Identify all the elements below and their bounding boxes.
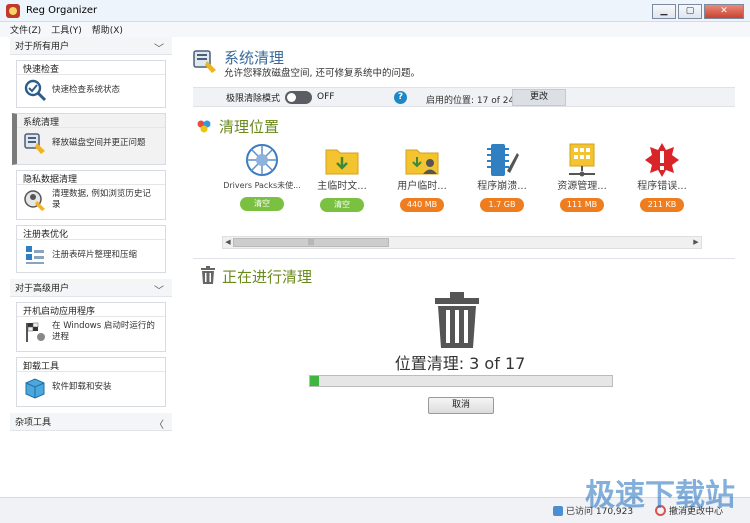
privacy-icon <box>23 188 47 212</box>
error-burst-icon <box>643 141 681 179</box>
sidebar-item-desc: 在 Windows 启动时运行的进程 <box>52 321 155 342</box>
window-controls: ▁ ▢ ✕ <box>650 4 744 19</box>
page-subtitle: 允许您释放磁盘空间, 还可修复系统中的问题。 <box>224 68 421 79</box>
registry-icon <box>23 243 47 267</box>
sidebar-item-desc: 注册表碎片整理和压缩 <box>52 249 138 260</box>
location-name: Drivers Packs未使... <box>223 181 301 190</box>
scrollbar-thumb[interactable]: ||| <box>233 238 389 247</box>
sidebar: 对于所有用户 ﹀ 快速检查 快速检查系统状态 系统清理 释放磁盘空间并更正问题 … <box>10 37 172 497</box>
watermark-logo: 极速下载站 <box>585 478 735 513</box>
sidebar-item-uninstaller[interactable]: 卸载工具 软件卸载和安装 <box>16 357 166 407</box>
enabled-locations-count: 启用的位置: 17 of 24 <box>426 96 515 106</box>
location-item[interactable]: 主临时文... 清空 <box>302 141 382 212</box>
explorer-network-icon <box>563 141 601 179</box>
crash-dump-icon <box>483 141 521 179</box>
title-bar: Reg Organizer ▁ ▢ ✕ <box>0 0 750 22</box>
location-name: 用户临时... <box>397 181 447 192</box>
section-advanced-users-label: 对于高级用户 <box>15 284 70 294</box>
menu-file[interactable]: 文件(Z) <box>10 23 41 36</box>
sidebar-item-system-cleanup[interactable]: 系统清理 释放磁盘空间并更正问题 <box>12 113 166 165</box>
menu-bar: 文件(Z) 工具(Y) 帮助(X) <box>0 22 750 37</box>
system-cleanup-icon <box>193 49 217 73</box>
sidebar-item-desc: 软件卸载和安装 <box>52 381 112 392</box>
cleanup-progress-bar <box>309 375 613 387</box>
menu-tools[interactable]: 工具(Y) <box>51 23 82 36</box>
window-title: Reg Organizer <box>26 5 98 16</box>
location-item[interactable]: 程序崩溃... 1.7 GB <box>462 141 542 212</box>
magnifier-check-icon <box>23 78 47 102</box>
sidebar-item-startup[interactable]: 开机启动应用程序 在 Windows 启动时运行的进程 <box>16 302 166 352</box>
progress-status-text: 位置清理: 3 of 17 <box>394 354 526 373</box>
section-misc-label: 杂项工具 <box>15 418 52 428</box>
section-advanced-users[interactable]: 对于高级用户 ﹀ <box>10 279 172 297</box>
extreme-mode-label: 极限清除模式 <box>226 93 281 104</box>
location-pin-icon <box>196 118 212 134</box>
location-status-badge[interactable]: 清空 <box>320 198 364 212</box>
trash-icon <box>200 266 216 284</box>
location-status-badge[interactable]: 清空 <box>240 197 284 211</box>
section-all-users-label: 对于所有用户 <box>15 42 70 52</box>
location-name: 资源管理... <box>557 181 607 192</box>
startup-flag-icon <box>23 320 47 344</box>
maximize-button[interactable]: ▢ <box>678 4 702 19</box>
sidebar-item-title: 隐私数据清理 <box>17 171 165 185</box>
section-all-users[interactable]: 对于所有用户 ﹀ <box>10 37 172 55</box>
section-divider <box>193 258 735 259</box>
sidebar-item-title: 开机启动应用程序 <box>17 303 165 317</box>
package-box-icon <box>23 375 47 399</box>
section-misc-tools[interactable]: 杂项工具 〈 <box>10 413 172 431</box>
location-status-badge[interactable]: 440 MB <box>400 198 444 212</box>
locations-scrollbar[interactable]: ◀ ||| ▶ <box>222 236 702 249</box>
location-item[interactable]: 资源管理... 111 MB <box>542 141 622 212</box>
location-status-badge[interactable]: 1.7 GB <box>480 198 524 212</box>
location-item[interactable]: 程序错误... 211 KB <box>622 141 702 212</box>
extreme-mode-toggle[interactable] <box>285 90 313 104</box>
change-button[interactable]: 更改 <box>512 89 566 106</box>
locations-title: 清理位置 <box>219 118 280 136</box>
sidebar-item-desc: 快速检查系统状态 <box>52 84 121 95</box>
folder-download-icon <box>323 141 361 179</box>
user-folder-icon <box>403 141 441 179</box>
minimize-button[interactable]: ▁ <box>652 4 676 19</box>
large-trash-icon <box>433 292 481 348</box>
location-name: 程序崩溃... <box>477 181 527 192</box>
sidebar-item-registry[interactable]: 注册表优化 注册表碎片整理和压缩 <box>16 225 166 273</box>
help-icon[interactable]: ? <box>394 91 407 104</box>
location-name: 程序错误... <box>637 181 687 192</box>
sidebar-item-title: 快速检查 <box>17 61 165 75</box>
options-bar: 极限清除模式 OFF ? 启用的位置: 17 of 24 更改 <box>193 87 735 107</box>
sidebar-item-desc: 清理数据, 例如浏览历史记录 <box>52 189 151 210</box>
chevron-down-icon[interactable]: ﹀ <box>154 282 164 297</box>
cancel-button[interactable]: 取消 <box>428 397 494 414</box>
chevron-left-icon[interactable]: 〈 <box>154 416 164 431</box>
sidebar-item-quick-check[interactable]: 快速检查 快速检查系统状态 <box>16 60 166 108</box>
cleanup-brush-icon <box>23 131 47 155</box>
location-item[interactable]: 用户临时... 440 MB <box>382 141 462 212</box>
main-panel: 系统清理 允许您释放磁盘空间, 还可修复系统中的问题。 极限清除模式 OFF ?… <box>180 37 740 497</box>
sidebar-item-title: 卸载工具 <box>17 358 165 372</box>
scroll-left-icon[interactable]: ◀ <box>223 238 233 246</box>
cleaning-title: 正在进行清理 <box>222 268 313 286</box>
close-button[interactable]: ✕ <box>704 4 744 19</box>
location-status-badge[interactable]: 111 MB <box>560 198 604 212</box>
thumbs-up-icon <box>553 505 563 516</box>
sidebar-item-desc: 释放磁盘空间并更正问题 <box>52 137 146 148</box>
driver-packs-icon <box>243 141 281 179</box>
sidebar-item-title: 系统清理 <box>17 114 165 128</box>
location-status-badge[interactable]: 211 KB <box>640 198 684 212</box>
sidebar-item-title: 注册表优化 <box>17 226 165 240</box>
menu-help[interactable]: 帮助(X) <box>92 23 123 36</box>
progress-fill <box>310 376 320 386</box>
location-item[interactable]: Drivers Packs未使... 清空 <box>222 141 302 211</box>
scroll-right-icon[interactable]: ▶ <box>691 238 701 246</box>
locations-list: Drivers Packs未使... 清空 主临时文... 清空 用户临时...… <box>222 141 702 229</box>
location-name: 主临时文... <box>317 181 367 192</box>
chevron-down-icon[interactable]: ﹀ <box>154 40 164 55</box>
extreme-mode-state: OFF <box>317 92 335 102</box>
app-logo-icon <box>6 3 20 18</box>
sidebar-item-privacy[interactable]: 隐私数据清理 清理数据, 例如浏览历史记录 <box>16 170 166 220</box>
